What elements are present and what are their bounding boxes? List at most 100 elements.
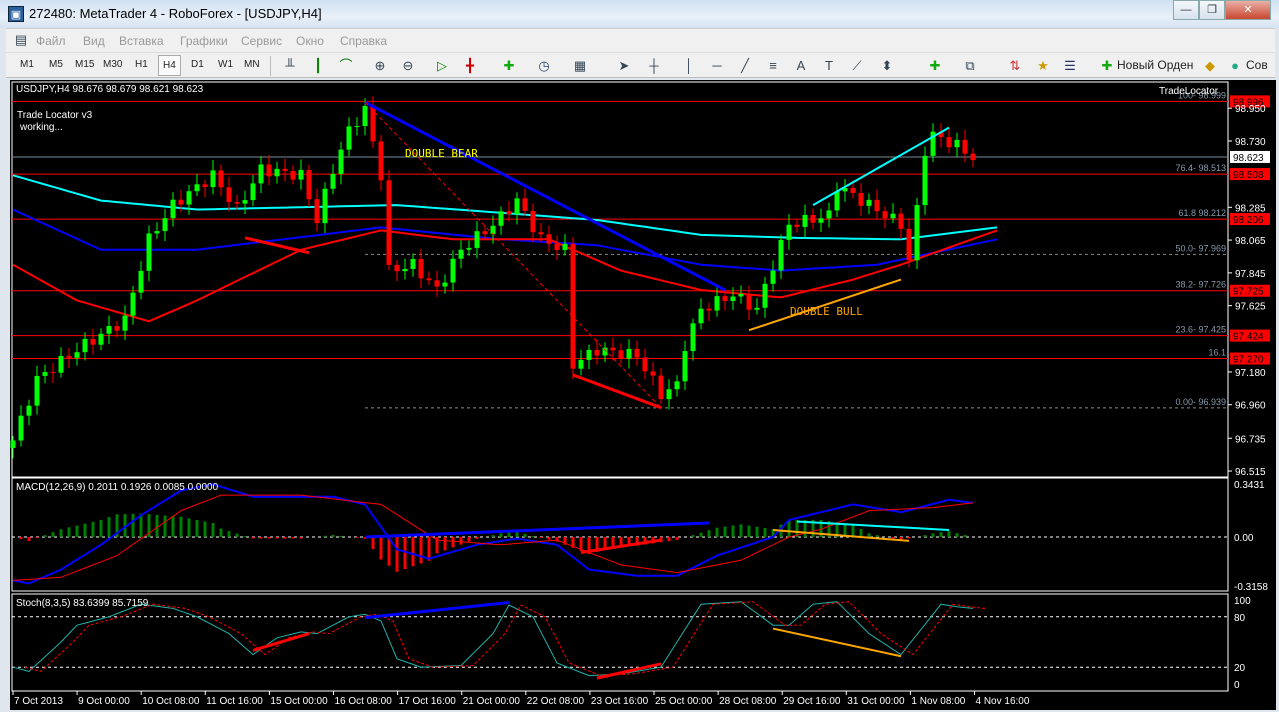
candle xyxy=(954,139,960,148)
candle xyxy=(514,198,520,215)
navigator-icon[interactable]: ★ xyxy=(1032,56,1054,76)
new-order-icon[interactable]: ✚ xyxy=(1096,56,1118,76)
add-indicator-icon[interactable]: ✚ xyxy=(924,56,946,76)
macd-histogram-bar xyxy=(963,535,967,537)
fibo-channel-icon[interactable]: ≡ xyxy=(762,56,784,76)
candle xyxy=(834,191,840,211)
candle xyxy=(18,415,24,441)
macd-histogram-bar xyxy=(355,537,359,538)
candle xyxy=(586,349,592,360)
candle xyxy=(170,199,176,219)
macd-histogram-bar xyxy=(731,525,735,537)
text-icon[interactable]: A xyxy=(790,56,812,76)
candle xyxy=(178,199,184,205)
menu-insert[interactable]: Вставка xyxy=(119,34,164,48)
menu-file[interactable]: Файл xyxy=(36,34,66,48)
window-title: 272480: MetaTrader 4 - RoboForex - [USDJ… xyxy=(29,6,322,21)
alert-icon[interactable]: ◆ xyxy=(1199,56,1221,76)
trendline-icon[interactable]: ╱ xyxy=(734,56,756,76)
price-chart[interactable]: 100- 98.99976.4- 98.51361.8 98.21238.2- … xyxy=(10,80,1276,710)
close-button[interactable]: ✕ xyxy=(1225,0,1271,20)
macd-histogram-bar xyxy=(299,537,303,539)
chart-window-icon: ▤ xyxy=(14,32,28,47)
menu-view[interactable]: Вид xyxy=(83,34,105,48)
new-chart-icon[interactable]: ✚ xyxy=(498,56,520,76)
candle xyxy=(890,213,896,219)
expert-advisors-icon[interactable]: ● xyxy=(1224,56,1246,76)
candle xyxy=(218,170,224,188)
candle xyxy=(818,218,824,223)
main-panel-border xyxy=(11,81,1229,478)
tf-mn[interactable]: MN xyxy=(244,59,260,70)
stoch-panel-border xyxy=(11,593,1229,692)
tf-m30[interactable]: M30 xyxy=(103,59,122,70)
candle xyxy=(194,184,200,192)
macd-histogram-bar xyxy=(219,528,223,537)
cursor-icon[interactable]: ➤ xyxy=(613,56,635,76)
candle xyxy=(506,211,512,215)
zoom-in-icon[interactable]: ⊕ xyxy=(369,56,391,76)
tf-h4[interactable]: H4 xyxy=(158,55,181,76)
candle xyxy=(794,224,800,227)
candle xyxy=(426,278,432,281)
line-chart-icon[interactable]: ⌒ xyxy=(335,56,357,76)
zoom-out-icon[interactable]: ⊖ xyxy=(397,56,419,76)
bar-chart-icon[interactable]: ╨ xyxy=(279,56,301,76)
candle xyxy=(378,141,384,181)
candle xyxy=(754,307,760,310)
candle xyxy=(546,234,552,244)
text-label-icon[interactable]: T xyxy=(818,56,840,76)
arrows-icon[interactable]: ⬍ xyxy=(876,56,898,76)
fibo-fan-icon[interactable]: ⟋ xyxy=(846,56,868,76)
macd-histogram-bar xyxy=(43,535,47,537)
vertical-line-icon[interactable]: │ xyxy=(678,56,700,76)
macd-histogram-bar xyxy=(179,516,183,537)
menu-help[interactable]: Справка xyxy=(340,34,387,48)
new-order-button[interactable]: Новый Орден xyxy=(1117,58,1193,72)
date-label: 16 Oct 08:00 xyxy=(335,696,393,707)
double-bear-label: DOUBLE BEAR xyxy=(405,147,478,160)
profiles-icon[interactable]: ⧉ xyxy=(959,56,981,76)
tf-m15[interactable]: M15 xyxy=(75,59,94,70)
candle xyxy=(738,293,744,297)
macd-histogram-bar xyxy=(859,528,863,537)
price-tick-label: 98.730 xyxy=(1235,137,1266,148)
fib-label: 23.6- 97.425 xyxy=(1175,325,1226,335)
candle xyxy=(714,296,720,311)
tf-h1[interactable]: H1 xyxy=(135,59,148,70)
candlestick-icon[interactable]: ┃ xyxy=(307,56,329,76)
periodicity-clock-icon[interactable]: ◷ xyxy=(533,56,555,76)
tf-d1[interactable]: D1 xyxy=(191,59,204,70)
macd-histogram-bar xyxy=(323,535,327,537)
menu-charts[interactable]: Графики xyxy=(180,34,228,48)
candle xyxy=(226,187,232,203)
autoscroll-icon[interactable]: ▷ xyxy=(431,56,453,76)
candle xyxy=(418,259,424,279)
macd-histogram-bar xyxy=(931,533,935,537)
expert-advisors-button[interactable]: Сов xyxy=(1246,58,1268,72)
crosshair-icon[interactable]: ┼ xyxy=(643,56,665,76)
macd-histogram-bar xyxy=(195,519,199,537)
menu-bar: ▤ Файл Вид Вставка Графики Сервис Окно С… xyxy=(6,28,1275,76)
minimize-button[interactable]: — xyxy=(1173,0,1199,20)
menu-window[interactable]: Окно xyxy=(296,34,324,48)
menu-tools[interactable]: Сервис xyxy=(241,34,282,48)
date-label: 17 Oct 16:00 xyxy=(399,696,457,707)
candle xyxy=(538,232,544,235)
stoch-tick-label: 80 xyxy=(1234,613,1246,624)
candle xyxy=(906,228,912,261)
horizontal-line-icon[interactable]: ─ xyxy=(706,56,728,76)
macd-histogram-bar xyxy=(419,537,423,564)
tf-m1[interactable]: M1 xyxy=(20,59,34,70)
macd-trendline xyxy=(364,521,710,539)
chart-window[interactable]: 100- 98.999 76.4- 98.513 61.8 98.212 38.2- … xyxy=(10,80,1276,710)
tf-w1[interactable]: W1 xyxy=(218,59,233,70)
templates-icon[interactable]: ▦ xyxy=(569,56,591,76)
terminal-icon[interactable]: ☰ xyxy=(1059,56,1081,76)
fib-label: 61.8 98.212 xyxy=(1178,208,1226,218)
market-watch-icon[interactable]: ⇅ xyxy=(1004,56,1026,76)
tf-m5[interactable]: M5 xyxy=(49,59,63,70)
maximize-button[interactable]: ❐ xyxy=(1199,0,1225,20)
candle xyxy=(826,210,832,219)
chart-shift-icon[interactable]: ╋ xyxy=(459,56,481,76)
